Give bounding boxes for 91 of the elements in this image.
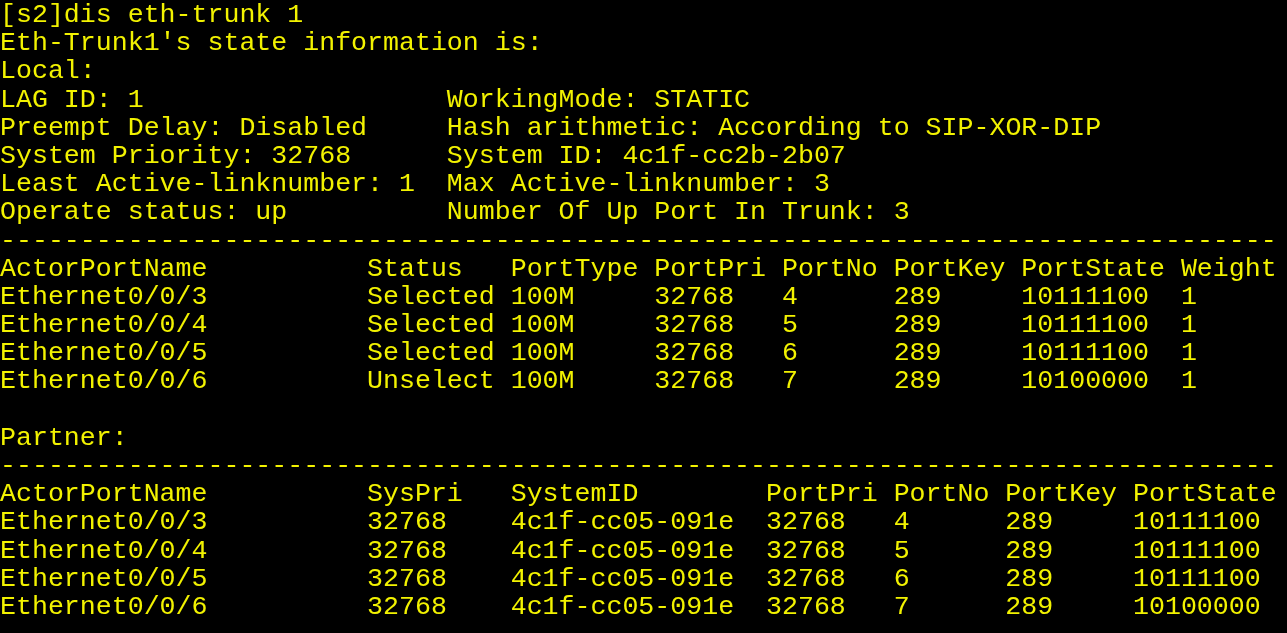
section-label: Local: [0, 57, 96, 86]
table-cell: 10111100 [1133, 563, 1261, 594]
table-cell: 4 [893, 507, 910, 538]
info-text: Preempt Delay: Disabled [0, 112, 368, 143]
table-cell: 1 [1180, 281, 1197, 312]
table-cell: Selected [367, 310, 495, 341]
table-cell: 6 [893, 563, 910, 594]
table-cell: 10111100 [1021, 338, 1149, 369]
column-header: PortKey [1005, 479, 1118, 510]
table-cell: 10111100 [1133, 507, 1261, 538]
table-cell: Ethernet0/0/6 [0, 591, 208, 622]
column-header: PortKey [893, 253, 1006, 284]
table-cell: 32768 [367, 507, 447, 538]
column-header: PortPri [654, 253, 766, 284]
column-header: PortPri [766, 479, 878, 510]
command-line: [s2]dis eth-trunk 1 [0, 1, 304, 30]
info-text: WorkingMode: STATIC [446, 85, 751, 114]
table-cell: 289 [1005, 535, 1054, 566]
table-cell: Selected [367, 338, 495, 369]
info-text: Max Active-linknumber: 3 [446, 170, 830, 199]
info-text: Hash arithmetic: According to SIP-XOR-DIP [446, 113, 1102, 142]
column-header: PortNo [781, 253, 878, 284]
table-cell: 1 [1180, 338, 1197, 369]
column-header: PortState [1133, 479, 1277, 510]
table-cell: Ethernet0/0/3 [0, 281, 208, 312]
table-cell: 32768 [654, 366, 735, 397]
table-cell: Selected [367, 281, 495, 312]
separator-line: -------------------------------------------------------------------------------- [0, 226, 1277, 255]
table-cell: 32768 [766, 591, 846, 622]
table-cell: 5 [893, 535, 910, 566]
table-cell: 4c1f-cc05-091e [510, 563, 735, 594]
table-cell: 1 [1180, 366, 1197, 397]
table-cell: 32768 [367, 591, 447, 622]
table-cell: 32768 [766, 507, 846, 538]
table-cell: 10111100 [1133, 535, 1261, 566]
table-cell: 10111100 [1021, 310, 1149, 341]
table-cell: Ethernet0/0/3 [0, 507, 208, 538]
column-header: PortNo [893, 479, 990, 510]
table-cell: 100M [510, 310, 575, 341]
table-cell: 10100000 [1133, 591, 1261, 622]
table-cell: 4c1f-cc05-091e [510, 507, 735, 538]
column-header: SysPri [367, 479, 463, 510]
column-header: SystemID [510, 479, 639, 510]
table-cell: 4c1f-cc05-091e [510, 535, 735, 566]
table-cell: Ethernet0/0/5 [0, 563, 208, 594]
section-label: Partner: [0, 423, 128, 452]
table-cell: 5 [781, 310, 798, 341]
info-text: LAG ID: 1 [0, 84, 144, 115]
column-header: ActorPortName [0, 479, 208, 510]
table-cell: 10100000 [1021, 366, 1149, 397]
table-cell: 32768 [367, 563, 447, 594]
table-cell: 289 [893, 281, 942, 312]
table-cell: 7 [781, 366, 798, 397]
column-header: ActorPortName [0, 253, 208, 284]
table-cell: 32768 [654, 281, 735, 312]
table-cell: 32768 [654, 338, 735, 369]
table-cell: 100M [510, 338, 575, 369]
table-cell: 100M [510, 281, 575, 312]
table-cell: 6 [781, 338, 798, 369]
table-cell: Ethernet0/0/6 [0, 366, 208, 397]
separator-line: -------------------------------------------------------------------------------- [0, 452, 1277, 481]
table-cell: 4c1f-cc05-091e [510, 591, 735, 622]
info-text: System Priority: 32768 [0, 140, 352, 171]
table-cell: 32768 [766, 535, 846, 566]
column-header: PortState [1021, 253, 1165, 284]
table-cell: 4 [781, 281, 798, 312]
table-cell: 10111100 [1021, 281, 1149, 312]
info-text: Operate status: up [0, 197, 288, 228]
column-header: Weight [1180, 253, 1277, 284]
table-cell: 289 [893, 366, 942, 397]
table-cell: 289 [1005, 507, 1054, 538]
table-cell: 289 [893, 338, 942, 369]
table-cell: Ethernet0/0/4 [0, 310, 208, 341]
table-cell: Unselect [367, 366, 495, 397]
table-cell: 7 [893, 591, 910, 622]
table-cell: 100M [510, 366, 575, 397]
info-text: Number Of Up Port In Trunk: 3 [446, 198, 910, 227]
table-cell: Ethernet0/0/5 [0, 338, 208, 369]
table-cell: Ethernet0/0/4 [0, 535, 208, 566]
info-text: Least Active-linknumber: 1 [0, 169, 415, 200]
column-header: Status [367, 253, 463, 284]
table-cell: 289 [893, 310, 942, 341]
output-heading: Eth-Trunk1's state information is: [0, 29, 543, 58]
table-cell: 32768 [766, 563, 846, 594]
table-cell: 32768 [654, 310, 735, 341]
info-text: System ID: 4c1f-cc2b-2b07 [446, 141, 846, 171]
table-cell: 1 [1180, 310, 1197, 341]
table-cell: 289 [1005, 563, 1054, 594]
column-header: PortType [510, 253, 639, 284]
table-cell: 32768 [367, 535, 447, 566]
table-cell: 289 [1005, 591, 1054, 622]
